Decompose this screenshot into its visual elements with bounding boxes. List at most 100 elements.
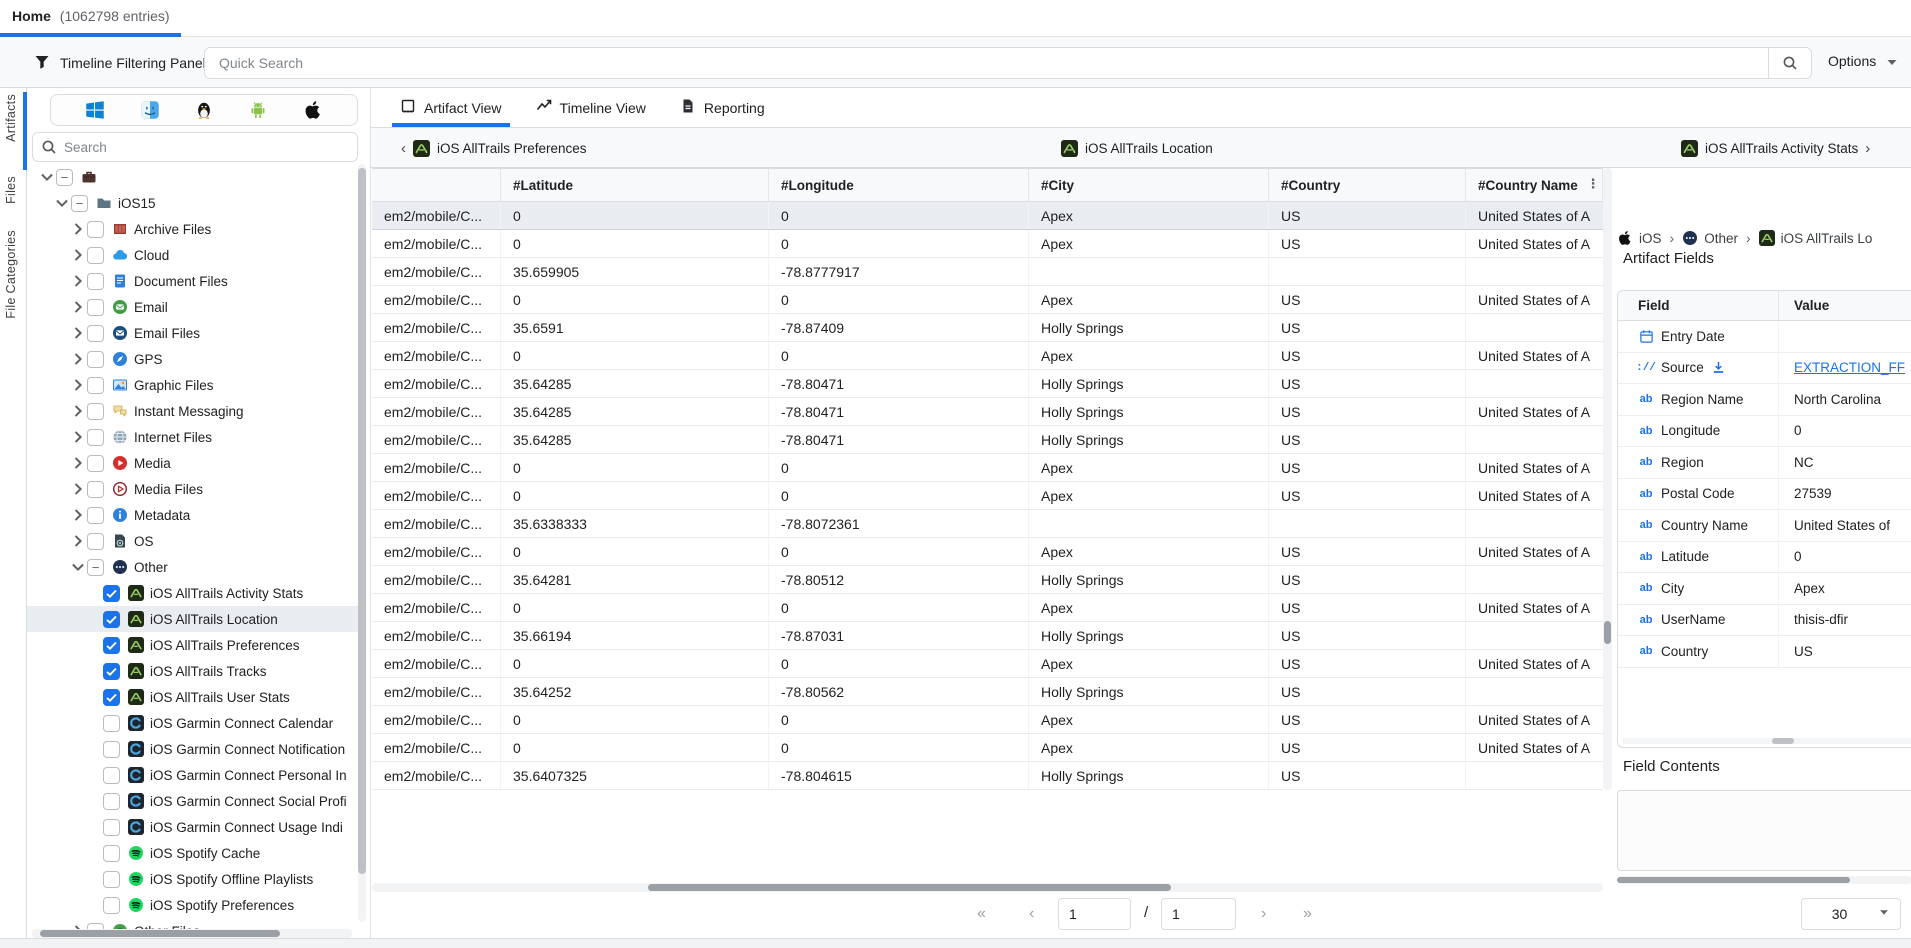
column-header-country[interactable]: #Country	[1269, 169, 1466, 201]
tree-checkbox[interactable]	[87, 299, 104, 316]
chevron-right-icon[interactable]	[69, 481, 87, 497]
tree-checkbox[interactable]	[87, 481, 104, 498]
macos-filter-button[interactable]	[140, 100, 160, 120]
field-row-country-name[interactable]: abCountry NameUnited States of	[1618, 510, 1911, 542]
windows-filter-button[interactable]	[85, 100, 105, 120]
tab-artifact-view[interactable]: Artifact View	[400, 88, 502, 127]
tree-checkbox[interactable]: −	[87, 559, 104, 576]
grid-row[interactable]: em2/mobile/C...35.6407325-78.804615Holly…	[372, 762, 1603, 790]
chevron-right-icon[interactable]	[69, 377, 87, 393]
details-horizontal-scrollbar-thumb[interactable]	[1617, 877, 1850, 883]
grid-horizontal-scrollbar-thumb[interactable]	[648, 884, 1171, 891]
tree-checkbox[interactable]	[103, 637, 120, 654]
chevron-down-icon[interactable]	[53, 195, 71, 211]
column-header-city[interactable]: #City	[1029, 169, 1269, 201]
grid-vertical-scrollbar-thumb[interactable]	[1604, 621, 1611, 644]
field-row-country[interactable]: abCountryUS	[1618, 636, 1911, 668]
tree-item-metadata[interactable]: Metadata	[27, 502, 358, 528]
tree-checkbox[interactable]	[87, 455, 104, 472]
current-page-input[interactable]	[1058, 898, 1131, 930]
tree-item-ios-alltrails-user-stats[interactable]: iOS AllTrails User Stats	[27, 684, 358, 710]
first-page-button[interactable]: «	[977, 898, 986, 930]
grid-row[interactable]: em2/mobile/C...35.66194-78.87031Holly Sp…	[372, 622, 1603, 650]
tree-item-gps[interactable]: GPS	[27, 346, 358, 372]
grid-row[interactable]: em2/mobile/C...35.64252-78.80562Holly Sp…	[372, 678, 1603, 706]
tree-item-ios-garmin-connect-personal-in[interactable]: iOS Garmin Connect Personal In	[27, 762, 358, 788]
field-value-link[interactable]: EXTRACTION_FF	[1779, 360, 1911, 375]
fields-column-value[interactable]: Value	[1779, 291, 1911, 320]
tree-checkbox[interactable]	[103, 793, 120, 810]
tree-item-archive-files[interactable]: Archive Files	[27, 216, 358, 242]
tree-item-instant-messaging[interactable]: Instant Messaging	[27, 398, 358, 424]
tree-item-cloud[interactable]: Cloud	[27, 242, 358, 268]
sidebar-vertical-scrollbar-thumb[interactable]	[358, 168, 366, 874]
field-row-latitude[interactable]: abLatitude0	[1618, 542, 1911, 574]
tree-checkbox[interactable]	[87, 273, 104, 290]
field-row-postal-code[interactable]: abPostal Code27539	[1618, 479, 1911, 511]
page-size-select[interactable]: 30	[1801, 898, 1901, 930]
grid-row[interactable]: em2/mobile/C...35.6338333-78.8072361	[372, 510, 1603, 538]
tree-item-ios-alltrails-tracks[interactable]: iOS AllTrails Tracks	[27, 658, 358, 684]
tree-item-ios-garmin-connect-calendar[interactable]: iOS Garmin Connect Calendar	[27, 710, 358, 736]
tree-item-ios-garmin-connect-social-profi[interactable]: iOS Garmin Connect Social Profi	[27, 788, 358, 814]
tree-item-ios-spotify-cache[interactable]: iOS Spotify Cache	[27, 840, 358, 866]
grid-row[interactable]: em2/mobile/C...00ApexUSUnited States of …	[372, 342, 1603, 370]
chevron-right-icon[interactable]	[69, 533, 87, 549]
timeline-filtering-panel-label[interactable]: Timeline Filtering Panel	[60, 55, 206, 71]
tab-timeline-view[interactable]: Timeline View	[536, 88, 646, 127]
grid-row[interactable]: em2/mobile/C...00ApexUSUnited States of …	[372, 230, 1603, 258]
chevron-down-icon[interactable]	[69, 559, 87, 575]
field-row-username[interactable]: abUserNamethisis-dfir	[1618, 605, 1911, 637]
grid-row[interactable]: em2/mobile/C...00ApexUSUnited States of …	[372, 706, 1603, 734]
fields-column-field[interactable]: Field	[1618, 291, 1779, 320]
chevron-right-icon[interactable]	[69, 325, 87, 341]
tree-item-ios-garmin-connect-usage-indi[interactable]: iOS Garmin Connect Usage Indi	[27, 814, 358, 840]
rail-tab-file-categories[interactable]: File Categories	[4, 230, 18, 319]
grid-row[interactable]: em2/mobile/C...35.64285-78.80471Holly Sp…	[372, 398, 1603, 426]
tree-checkbox[interactable]	[87, 377, 104, 394]
chevron-right-icon[interactable]	[69, 507, 87, 523]
grid-row[interactable]: em2/mobile/C...00ApexUSUnited States of …	[372, 594, 1603, 622]
tree-checkbox[interactable]	[103, 663, 120, 680]
next-page-button[interactable]: ›	[1261, 898, 1266, 930]
chevron-right-icon[interactable]	[69, 351, 87, 367]
tree-item-graphic-files[interactable]: Graphic Files	[27, 372, 358, 398]
tree-item-ios-alltrails-preferences[interactable]: iOS AllTrails Preferences	[27, 632, 358, 658]
grid-row[interactable]: em2/mobile/C...00ApexUSUnited States of …	[372, 734, 1603, 762]
tree-checkbox[interactable]	[87, 351, 104, 368]
chevron-right-icon[interactable]	[69, 273, 87, 289]
tree-item-ios-garmin-connect-notification[interactable]: iOS Garmin Connect Notification	[27, 736, 358, 762]
tree-checkbox[interactable]	[87, 429, 104, 446]
tree-checkbox[interactable]	[87, 221, 104, 238]
tree-item-email-files[interactable]: Email Files	[27, 320, 358, 346]
tree-checkbox[interactable]	[87, 247, 104, 264]
sidebar-search-input[interactable]	[64, 140, 349, 155]
tree-item-email[interactable]: Email	[27, 294, 358, 320]
total-pages-input[interactable]	[1161, 898, 1236, 930]
chevron-right-icon[interactable]	[69, 299, 87, 315]
grid-row[interactable]: em2/mobile/C...35.64285-78.80471Holly Sp…	[372, 426, 1603, 454]
column-header-country-name[interactable]: #Country Name⋮	[1466, 169, 1603, 201]
tree-item-evidence-root[interactable]: −	[27, 164, 358, 190]
quick-search-input[interactable]	[205, 55, 1768, 71]
tree-checkbox[interactable]: −	[71, 195, 88, 212]
column-header-latitude[interactable]: #Latitude	[501, 169, 769, 201]
tree-checkbox[interactable]	[103, 871, 120, 888]
tree-item-document-files[interactable]: Document Files	[27, 268, 358, 294]
tab-reporting[interactable]: Reporting	[680, 88, 765, 127]
chevron-down-icon[interactable]	[38, 169, 56, 185]
field-row-region[interactable]: abRegionNC	[1618, 447, 1911, 479]
rail-tab-artifacts[interactable]: Artifacts	[4, 94, 18, 142]
android-filter-button[interactable]	[248, 100, 268, 120]
field-row-city[interactable]: abCityApex	[1618, 573, 1911, 605]
tree-checkbox[interactable]	[103, 715, 120, 732]
grid-row[interactable]: em2/mobile/C...35.64281-78.80512Holly Sp…	[372, 566, 1603, 594]
apple-filter-button[interactable]	[303, 100, 323, 120]
field-row-longitude[interactable]: abLongitude0	[1618, 416, 1911, 448]
chevron-right-icon[interactable]	[69, 247, 87, 263]
chevron-right-icon[interactable]	[69, 403, 87, 419]
field-contents-box[interactable]	[1617, 790, 1911, 871]
column-header-longitude[interactable]: #Longitude	[769, 169, 1029, 201]
tree-item-ios15[interactable]: −iOS15	[27, 190, 358, 216]
tree-item-ios-alltrails-activity-stats[interactable]: iOS AllTrails Activity Stats	[27, 580, 358, 606]
